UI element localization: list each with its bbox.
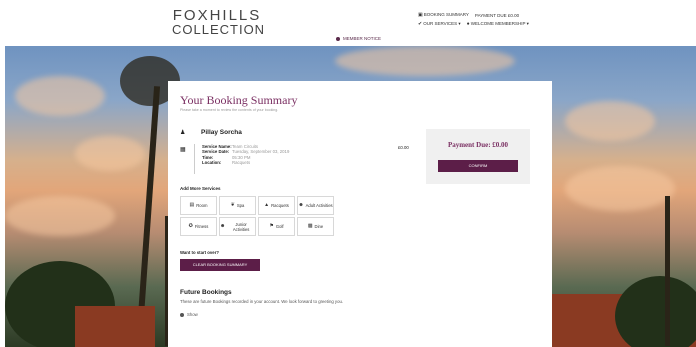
payment-due-link[interactable]: PAYMENT DUE £0.00: [475, 13, 519, 18]
house-roof: [75, 306, 155, 347]
cloud-shape: [15, 76, 105, 116]
guest-name: Pillay Sorcha: [201, 129, 242, 136]
chevron-down-icon: ▾: [458, 21, 461, 26]
person-icon: ♟: [180, 130, 186, 136]
cloud-shape: [565, 101, 655, 141]
booking-summary-card: Your Booking Summary Please take a momen…: [168, 81, 552, 347]
service-label: Golf: [275, 224, 284, 229]
service-dine-button[interactable]: ▩ Dine: [297, 217, 334, 236]
top-nav-primary: ▣BOOKING SUMMARY PAYMENT DUE £0.00: [418, 12, 519, 18]
service-label: Adult Activities: [305, 203, 333, 208]
services-grid: ▤ Room ❦ Spa ▲ Racquets ☻ Adult Activities ✪…: [180, 196, 334, 236]
leaf-icon: ❦: [230, 202, 235, 208]
add-more-heading: Add More Services: [180, 186, 221, 191]
service-price: £0.00: [398, 145, 409, 150]
payment-due-text: Payment Due: £0.00: [447, 141, 509, 149]
future-bookings-description: These are future Bookings recorded in yo…: [180, 299, 344, 304]
service-label: Room: [196, 203, 208, 208]
tree-trunk: [665, 196, 670, 346]
page-subtitle: Please take a moment to review the conte…: [180, 108, 279, 112]
dine-icon: ▩: [307, 223, 313, 229]
service-label: Fitness: [194, 224, 209, 229]
cloud-shape: [75, 136, 145, 171]
service-golf-button[interactable]: ⚑ Golf: [258, 217, 295, 236]
service-room-button[interactable]: ▤ Room: [180, 196, 217, 215]
check-icon: ✔: [418, 21, 423, 27]
bush-shape: [615, 276, 696, 347]
our-services-label: OUR SERVICES: [423, 21, 458, 26]
service-label: Spa: [236, 203, 245, 208]
dumbbell-icon: ✪: [188, 223, 193, 229]
plus-circle-icon: [180, 312, 184, 317]
detail-label: Location:: [202, 159, 222, 165]
payment-panel: Payment Due: £0.00 CONFIRM: [426, 129, 530, 184]
detail-row: Location: Racquets: [202, 160, 289, 165]
show-future-bookings-toggle[interactable]: Show: [180, 312, 198, 317]
calendar-icon: ▦: [180, 147, 186, 153]
confirm-button[interactable]: CONFIRM: [438, 160, 518, 172]
detail-value: Racquets: [232, 159, 251, 165]
site-header: FOXHILLS COLLECTION MEMBER NOTICE ▣BOOKI…: [0, 0, 696, 46]
service-label: Dine: [314, 224, 324, 229]
service-racquets-button[interactable]: ▲ Racquets: [258, 196, 295, 215]
details-divider: [194, 144, 195, 174]
notice-dot-icon: [336, 36, 340, 41]
racquet-icon: ▲: [264, 202, 270, 208]
child-icon: ☻: [220, 223, 226, 229]
member-notice-link[interactable]: MEMBER NOTICE: [336, 36, 381, 41]
top-nav-secondary: ✔OUR SERVICES ▾ ●WELCOME MEMBERSHIP ▾: [418, 21, 529, 27]
logo-line-2: COLLECTION: [172, 22, 266, 37]
service-spa-button[interactable]: ❦ Spa: [219, 196, 256, 215]
service-details: Service Name: Team Circuits Service Date:…: [202, 144, 289, 165]
page-title: Your Booking Summary: [180, 93, 298, 107]
member-notice-label: MEMBER NOTICE: [343, 36, 382, 41]
cloud-shape: [5, 196, 115, 236]
foxhills-logo[interactable]: FOXHILLS COLLECTION: [172, 7, 266, 37]
service-adult-activities-button[interactable]: ☻ Adult Activities: [297, 196, 334, 215]
service-label: Junior Activities: [232, 221, 250, 232]
cart-icon: ▣: [418, 12, 423, 18]
bed-icon: ▤: [189, 202, 195, 208]
start-over-question: Want to start over?: [180, 250, 219, 255]
service-label: Racquets: [271, 203, 289, 208]
flag-icon: ⚑: [269, 223, 274, 229]
cloud-shape: [565, 166, 675, 211]
our-services-menu[interactable]: ✔OUR SERVICES ▾: [418, 21, 461, 27]
group-icon: ☻: [298, 202, 304, 208]
future-bookings-title: Future Bookings: [180, 289, 232, 296]
booking-summary-label: BOOKING SUMMARY: [423, 12, 469, 17]
welcome-menu[interactable]: ●WELCOME MEMBERSHIP ▾: [467, 21, 529, 27]
welcome-label: WELCOME MEMBERSHIP: [470, 21, 526, 26]
user-icon: ●: [466, 21, 470, 27]
logo-line-1: FOXHILLS: [172, 7, 262, 24]
show-label: Show: [187, 312, 198, 317]
cloud-shape: [335, 46, 515, 76]
service-fitness-button[interactable]: ✪ Fitness: [180, 217, 217, 236]
chevron-down-icon: ▾: [526, 21, 529, 26]
clear-booking-summary-button[interactable]: CLEAR BOOKING SUMMARY: [180, 259, 260, 271]
service-junior-activities-button[interactable]: ☻ Junior Activities: [219, 217, 256, 236]
booking-summary-link[interactable]: ▣BOOKING SUMMARY: [418, 12, 469, 18]
